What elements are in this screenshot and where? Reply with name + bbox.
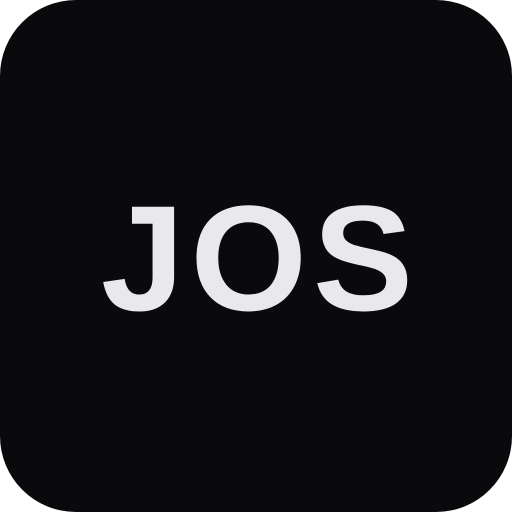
app-icon-label: JOS	[100, 174, 420, 342]
app-icon[interactable]: JOS	[0, 0, 512, 512]
